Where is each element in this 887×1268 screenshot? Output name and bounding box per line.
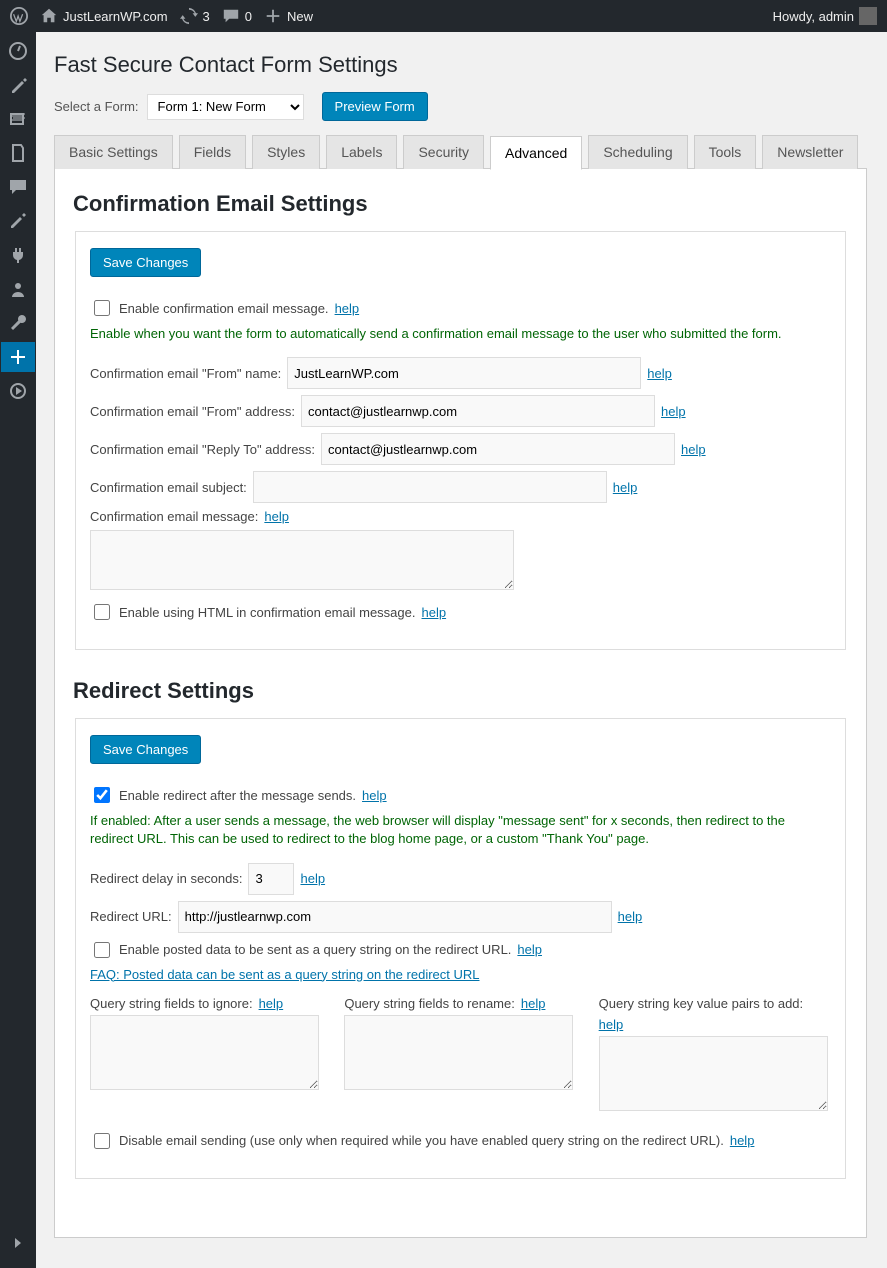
q-ignore-help[interactable]: help [259,996,284,1011]
redirect-delay-input[interactable] [248,863,294,895]
tabs: Basic Settings Fields Styles Labels Secu… [54,135,867,169]
redirect-faq-link[interactable]: FAQ: Posted data can be sent as a query … [90,967,480,982]
updates-link[interactable]: 3 [180,7,210,25]
confirm-fromname-label: Confirmation email "From" name: [90,366,281,381]
redirect-hint: If enabled: After a user sends a message… [90,812,831,848]
confirm-hint: Enable when you want the form to automat… [90,325,831,343]
disable-email-label: Disable email sending (use only when req… [119,1133,724,1148]
tab-basic[interactable]: Basic Settings [54,135,173,169]
redirect-title: Redirect Settings [73,678,848,704]
confirm-html-help[interactable]: help [422,605,447,620]
preview-form-button[interactable]: Preview Form [322,92,428,121]
main-content: Fast Secure Contact Form Settings Select… [36,32,887,1268]
redirect-delay-help[interactable]: help [300,871,325,886]
confirm-subject-input[interactable] [253,471,607,503]
account-link[interactable]: Howdy, admin [773,7,877,25]
confirm-html-label: Enable using HTML in confirmation email … [119,605,416,620]
comments-count: 0 [245,9,252,24]
redirect-enable-help[interactable]: help [362,788,387,803]
tab-labels[interactable]: Labels [326,135,397,169]
menu-appearance[interactable] [1,206,35,236]
redirect-enable-checkbox[interactable] [94,787,110,803]
redirect-posted-label: Enable posted data to be sent as a query… [119,942,511,957]
wp-logo[interactable] [10,7,28,25]
confirm-enable-label: Enable confirmation email message. [119,301,329,316]
select-form-label: Select a Form: [54,99,139,114]
redirect-delay-label: Redirect delay in seconds: [90,871,242,886]
confirm-replyto-input[interactable] [321,433,675,465]
redirect-save-button[interactable]: Save Changes [90,735,201,764]
menu-tools[interactable] [1,308,35,338]
confirm-replyto-help[interactable]: help [681,442,706,457]
tab-security[interactable]: Security [403,135,484,169]
redirect-url-label: Redirect URL: [90,909,172,924]
q-add-textarea[interactable] [599,1036,828,1111]
menu-extra[interactable] [1,376,35,406]
tab-styles[interactable]: Styles [252,135,320,169]
confirm-fromaddr-label: Confirmation email "From" address: [90,404,295,419]
confirm-message-textarea[interactable] [90,530,514,590]
site-name: JustLearnWP.com [63,9,168,24]
menu-settings[interactable] [1,342,35,372]
disable-email-checkbox[interactable] [94,1133,110,1149]
redirect-box: Save Changes Enable redirect after the m… [75,718,846,1178]
menu-users[interactable] [1,274,35,304]
redirect-posted-checkbox[interactable] [94,942,110,958]
confirm-enable-checkbox[interactable] [94,300,110,316]
confirm-fromaddr-help[interactable]: help [661,404,686,419]
new-label: New [287,9,313,24]
q-ignore-label: Query string fields to ignore: [90,996,253,1011]
q-rename-label: Query string fields to rename: [344,996,515,1011]
tab-tools[interactable]: Tools [694,135,757,169]
q-rename-textarea[interactable] [344,1015,573,1090]
q-add-label: Query string key value pairs to add: [599,996,804,1011]
confirm-message-help[interactable]: help [264,509,289,524]
confirm-save-button[interactable]: Save Changes [90,248,201,277]
avatar [859,7,877,25]
confirm-message-label: Confirmation email message: [90,509,258,524]
tab-fields[interactable]: Fields [179,135,246,169]
q-rename-help[interactable]: help [521,996,546,1011]
redirect-enable-label: Enable redirect after the message sends. [119,788,356,803]
menu-posts[interactable] [1,70,35,100]
tab-scheduling[interactable]: Scheduling [588,135,687,169]
redirect-posted-help[interactable]: help [517,942,542,957]
confirm-enable-help[interactable]: help [335,301,360,316]
admin-bar: JustLearnWP.com 3 0 New Howdy, admin [0,0,887,32]
menu-collapse[interactable] [1,1228,35,1258]
disable-email-help[interactable]: help [730,1133,755,1148]
updates-count: 3 [203,9,210,24]
redirect-url-help[interactable]: help [618,909,643,924]
tab-panel-advanced: Confirmation Email Settings Save Changes… [54,168,867,1238]
menu-media[interactable] [1,104,35,134]
menu-pages[interactable] [1,138,35,168]
confirm-replyto-label: Confirmation email "Reply To" address: [90,442,315,457]
confirm-box: Save Changes Enable confirmation email m… [75,231,846,650]
howdy-text: Howdy, admin [773,9,854,24]
tab-advanced[interactable]: Advanced [490,136,582,170]
confirm-fromaddr-input[interactable] [301,395,655,427]
q-add-help[interactable]: help [599,1017,624,1032]
confirm-fromname-help[interactable]: help [647,366,672,381]
new-link[interactable]: New [264,7,313,25]
form-select[interactable]: Form 1: New Form [147,94,304,120]
admin-menu [0,32,36,1268]
confirm-subject-help[interactable]: help [613,480,638,495]
site-link[interactable]: JustLearnWP.com [40,7,168,25]
page-title: Fast Secure Contact Form Settings [54,52,867,78]
confirm-html-checkbox[interactable] [94,604,110,620]
confirm-title: Confirmation Email Settings [73,191,848,217]
confirm-fromname-input[interactable] [287,357,641,389]
tab-newsletter[interactable]: Newsletter [762,135,858,169]
menu-plugins[interactable] [1,240,35,270]
confirm-subject-label: Confirmation email subject: [90,480,247,495]
q-ignore-textarea[interactable] [90,1015,319,1090]
redirect-url-input[interactable] [178,901,612,933]
menu-comments[interactable] [1,172,35,202]
menu-dashboard[interactable] [1,36,35,66]
comments-link[interactable]: 0 [222,7,252,25]
